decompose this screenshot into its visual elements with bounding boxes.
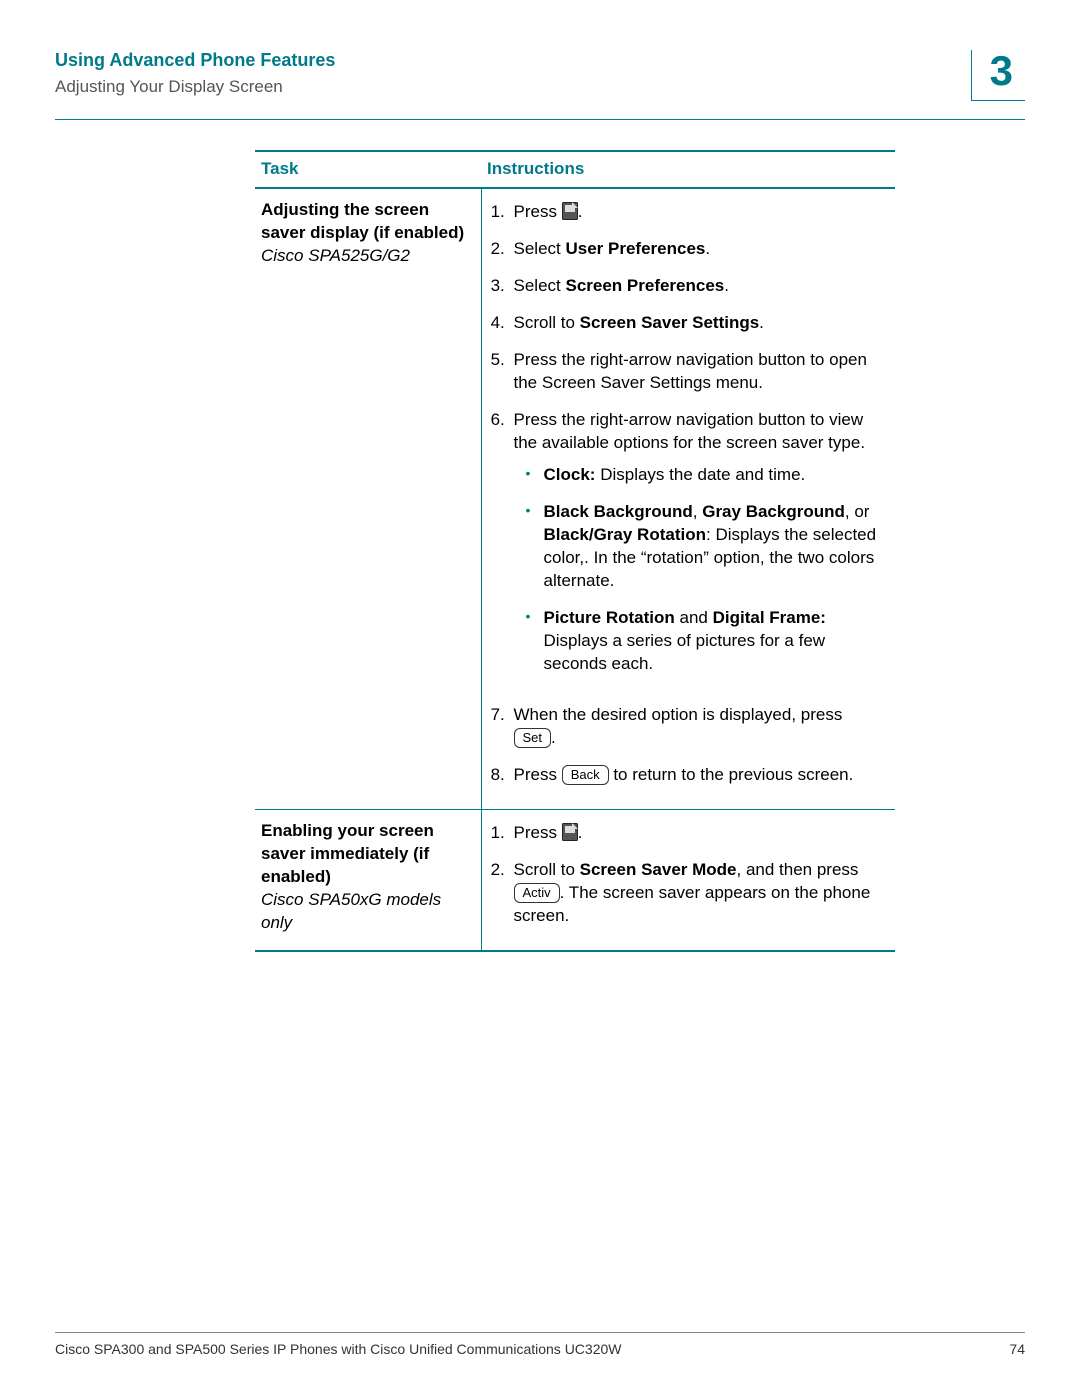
step-bold: Screen Saver Mode [580,860,737,879]
bullet-bold: Black/Gray Rotation [544,525,707,544]
step-text: Press the right-arrow navigation button … [514,350,867,392]
step: Press Back to return to the previous scr… [510,762,890,799]
step: Press the right-arrow navigation button … [510,407,890,702]
step-text: . [705,239,710,258]
task-model: Cisco SPA525G/G2 [261,246,410,265]
step-text: Press [514,765,562,784]
bullet-text: , [693,502,702,521]
step-text: Scroll to [514,313,580,332]
step: Scroll to Screen Saver Settings. [510,310,890,347]
task-model: Cisco SPA50xG models only [261,890,441,932]
sub-bullet: Black Background, Gray Background, or Bl… [526,501,890,607]
section-title: Adjusting Your Display Screen [55,77,335,97]
step-text: Press the right-arrow navigation button … [514,410,866,452]
task-cell: Adjusting the screen saver display (if e… [255,188,481,809]
step: Select User Preferences. [510,236,890,273]
step-bold: Screen Preferences [565,276,724,295]
softkey-activ: Activ [514,883,560,903]
step-text: . [759,313,764,332]
softkey-set: Set [514,728,552,748]
chapter-title: Using Advanced Phone Features [55,50,335,71]
task-name: Enabling your screen saver immediately (… [261,821,434,886]
softkey-back: Back [562,765,609,785]
task-table: Task Instructions Adjusting the screen s… [255,150,895,952]
step-text: Select [514,239,566,258]
chapter-number: 3 [971,50,1025,101]
step-text: , and then press [737,860,859,879]
step-text: Press [514,823,562,842]
step-text: Select [514,276,566,295]
step: When the desired option is displayed, pr… [510,702,890,762]
step-text: Press [514,202,562,221]
step-text: . [724,276,729,295]
step-text: . [578,202,583,221]
bullet-bold: Digital Frame: [713,608,826,627]
step: Press the right-arrow navigation button … [510,347,890,407]
table-row: Adjusting the screen saver display (if e… [255,188,895,809]
setup-icon [562,823,578,841]
col-header-task: Task [255,151,481,188]
step: Press . [510,820,890,857]
col-header-instructions: Instructions [481,151,895,188]
bullet-text: Displays the date and time. [595,465,805,484]
sub-bullet: Clock: Displays the date and time. [526,464,890,501]
step-text: When the desired option is displayed, pr… [514,705,843,724]
step-bold: User Preferences [565,239,705,258]
bullet-bold: Black Background [544,502,693,521]
bullet-bold: Picture Rotation [544,608,675,627]
bullet-bold: Gray Background [702,502,845,521]
bullet-bold: Clock: [544,465,596,484]
setup-icon [562,202,578,220]
footer-title: Cisco SPA300 and SPA500 Series IP Phones… [55,1341,622,1357]
step-text: . The screen saver appears on the phone … [514,883,871,925]
step-text: Scroll to [514,860,580,879]
task-cell: Enabling your screen saver immediately (… [255,809,481,950]
header-rule [55,119,1025,120]
step-text: . [578,823,583,842]
page-footer: Cisco SPA300 and SPA500 Series IP Phones… [55,1332,1025,1357]
page-number: 74 [1009,1341,1025,1357]
step: Scroll to Screen Saver Mode, and then pr… [510,857,890,940]
step-bold: Screen Saver Settings [580,313,760,332]
task-name: Adjusting the screen saver display (if e… [261,200,464,242]
instructions-cell: Press . Scroll to Screen Saver Mode, and… [481,809,895,950]
sub-bullet: Picture Rotation and Digital Frame: Disp… [526,607,890,690]
bullet-text: Displays a series of pictures for a few … [544,631,826,673]
table-row: Enabling your screen saver immediately (… [255,809,895,950]
page-header: Using Advanced Phone Features Adjusting … [55,50,1025,101]
bullet-text: , or [845,502,870,521]
bullet-text: and [675,608,713,627]
step: Select Screen Preferences. [510,273,890,310]
step-text: to return to the previous screen. [609,765,854,784]
step-text: . [551,728,556,747]
instructions-cell: Press . Select User Preferences. Select … [481,188,895,809]
step: Press . [510,199,890,236]
